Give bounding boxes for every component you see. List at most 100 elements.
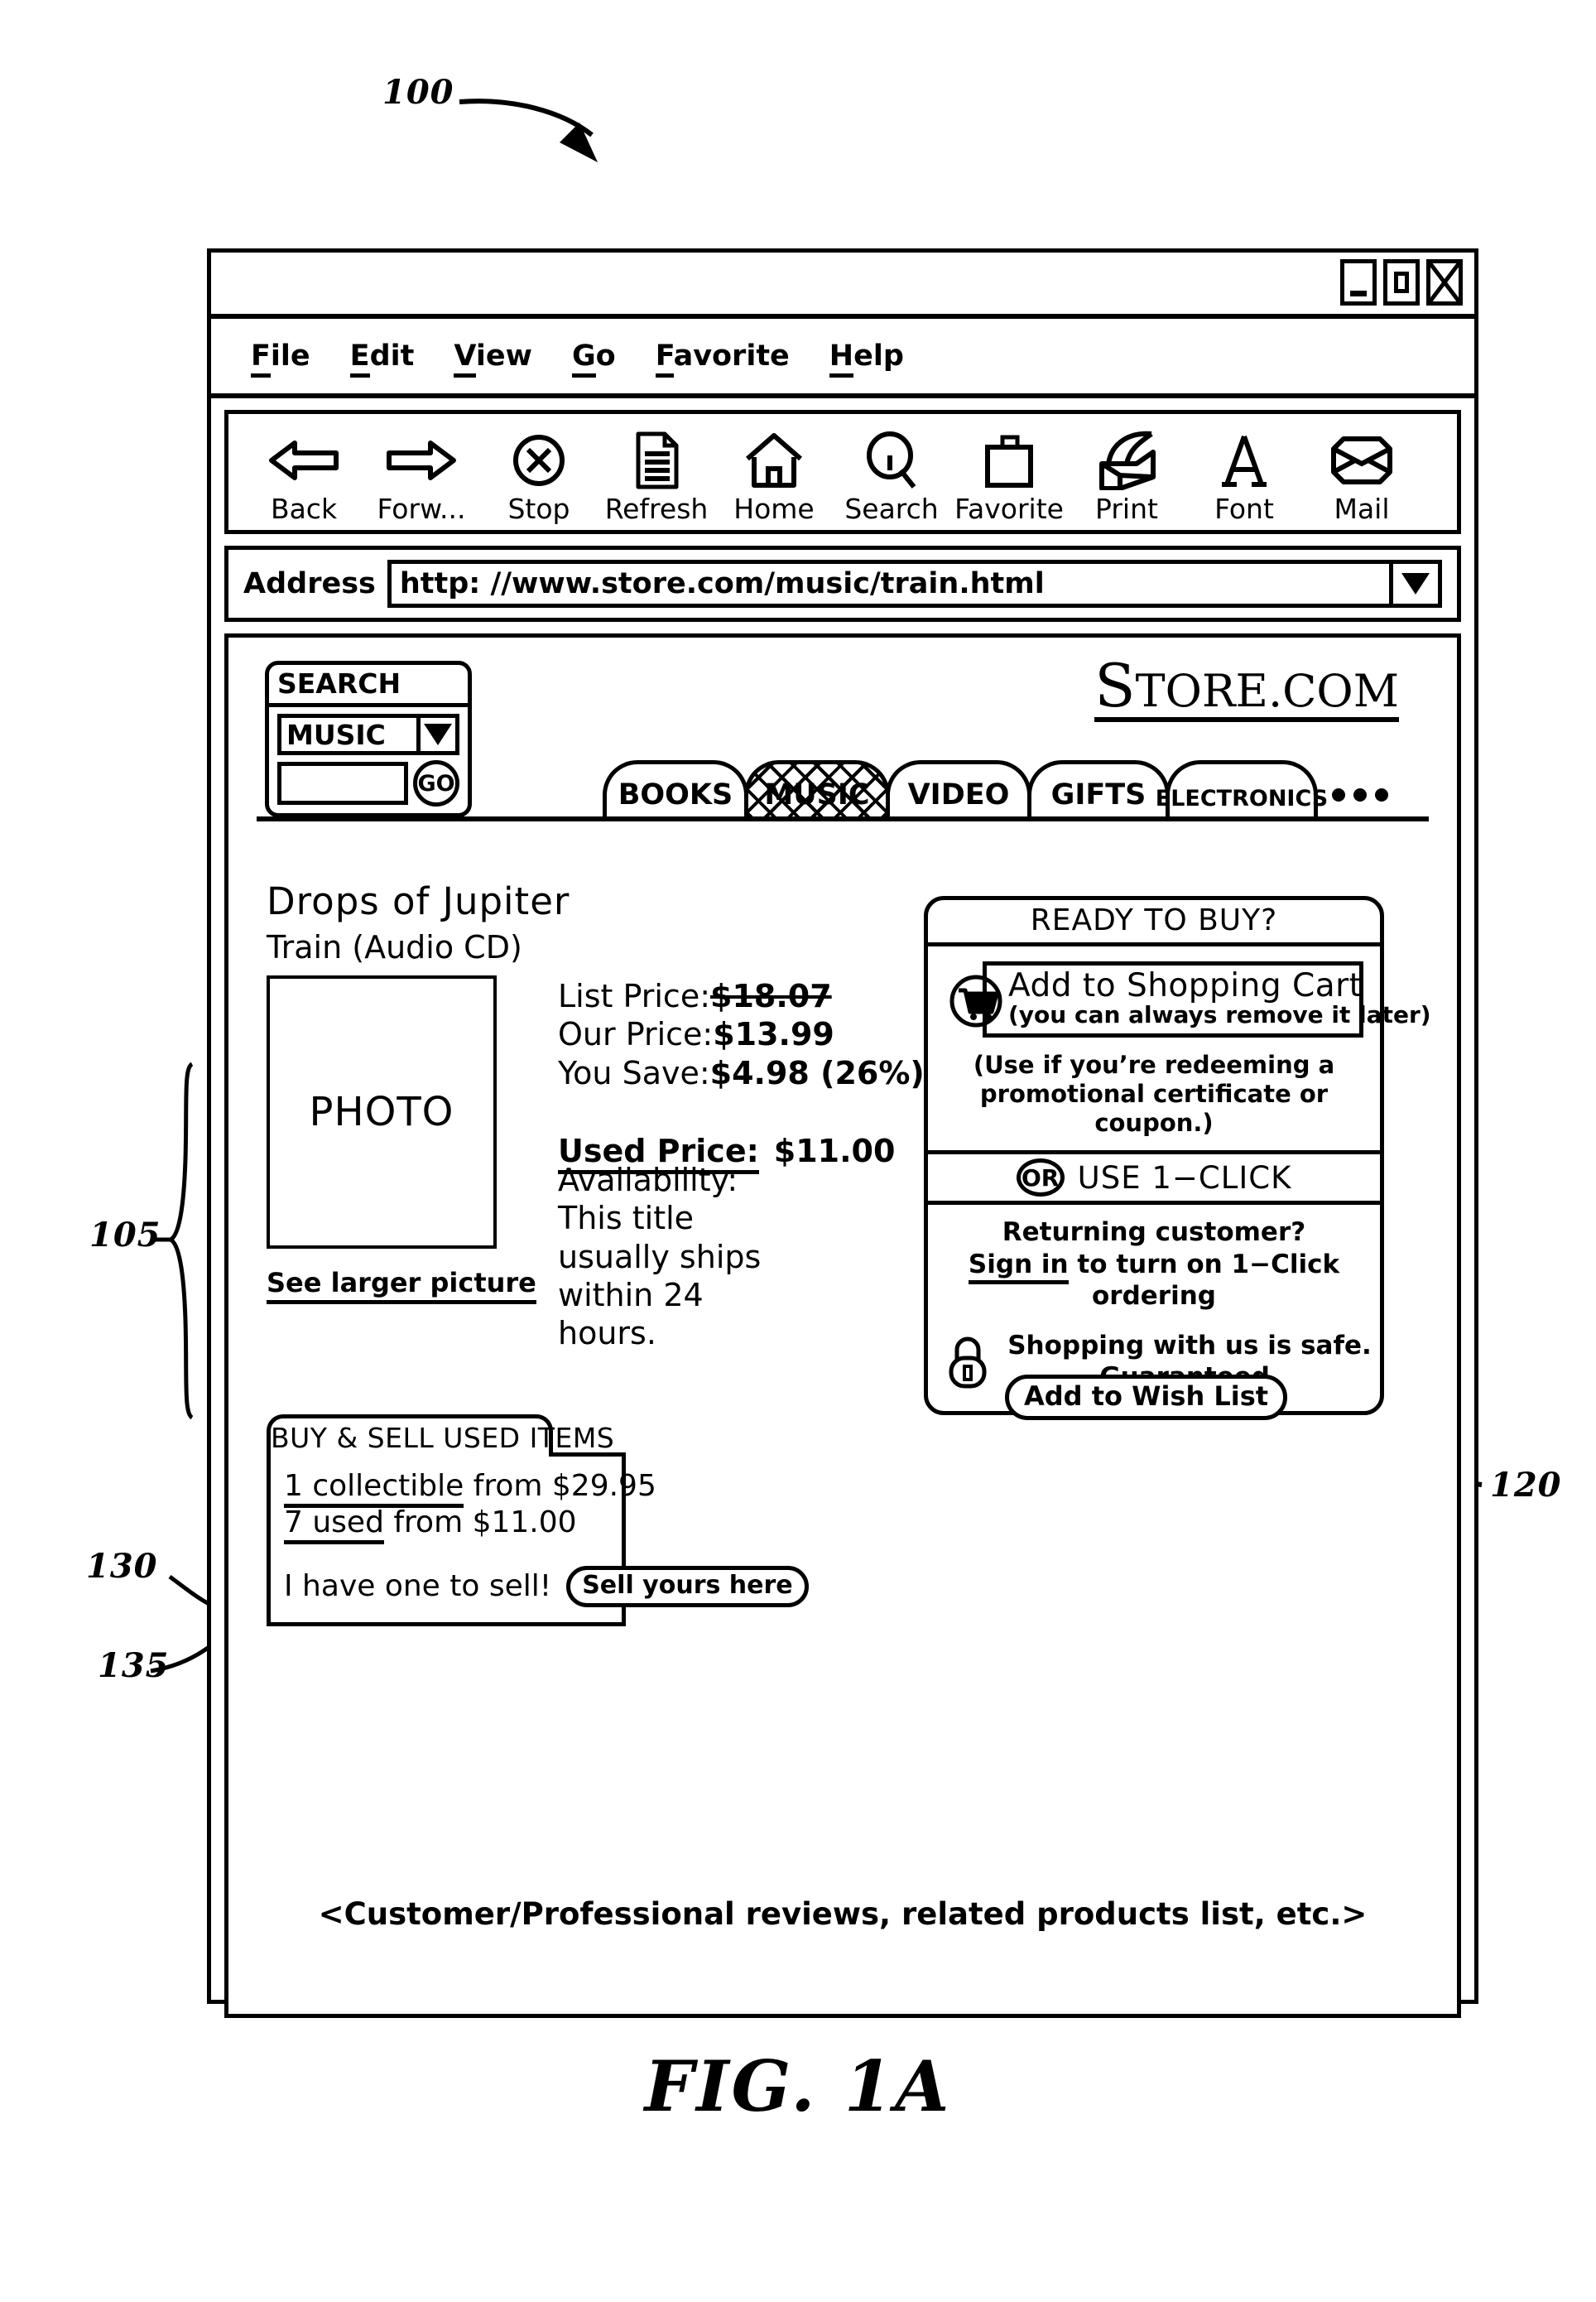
tab-label: MUSIC bbox=[764, 778, 870, 811]
menu-mnemonic: G bbox=[571, 340, 596, 378]
arrow-left-icon bbox=[268, 430, 339, 491]
sell-yours-row: I have one to sell! Sell yours here bbox=[284, 1565, 809, 1607]
address-bar: Address http: //www.store.com/music/trai… bbox=[224, 546, 1461, 622]
toolbar-button-print[interactable]: Print bbox=[1070, 430, 1184, 525]
toolbar-label: Back bbox=[270, 493, 338, 525]
toolbar-button-stop[interactable]: Stop bbox=[482, 430, 596, 525]
search-go-button[interactable]: GO bbox=[413, 760, 459, 807]
callout-130: 130 bbox=[86, 1547, 158, 1586]
padlock-icon bbox=[949, 1336, 987, 1389]
sign-in-link[interactable]: Sign in bbox=[968, 1249, 1069, 1284]
toolbar-label: Search bbox=[844, 493, 939, 525]
menu-item-favorite[interactable]: Favorite bbox=[655, 340, 790, 378]
toolbar-label: Favorite bbox=[954, 493, 1064, 525]
toolbar-label: Mail bbox=[1334, 493, 1390, 525]
add-to-wish-list-button[interactable]: Add to Wish List bbox=[1005, 1375, 1288, 1420]
promotional-note: (Use if you’re redeeming a promotional c… bbox=[945, 1051, 1363, 1137]
printer-icon bbox=[1094, 430, 1160, 491]
product-title: Drops of Jupiter bbox=[267, 879, 570, 923]
tab-video[interactable]: VIDEO bbox=[886, 760, 1031, 816]
tab-electronics[interactable]: ELECTRONICS bbox=[1156, 760, 1328, 816]
minimize-button[interactable] bbox=[1340, 259, 1377, 306]
ellipsis-icon[interactable] bbox=[1332, 788, 1388, 816]
site-search-widget: SEARCH MUSIC GO bbox=[265, 661, 472, 817]
address-dropdown-button[interactable] bbox=[1389, 564, 1438, 604]
address-input[interactable]: http: //www.store.com/music/train.html bbox=[387, 560, 1442, 608]
toolbar-button-home[interactable]: Home bbox=[717, 430, 831, 525]
menu-rest: elp bbox=[853, 340, 904, 373]
toolbar-button-search[interactable]: Search bbox=[834, 430, 949, 525]
window-controls bbox=[1340, 259, 1463, 306]
buy-sell-used-panel: BUY & SELL USED ITEMS 1 collectible from… bbox=[267, 1414, 809, 1626]
product-subtitle: Train (Audio CD) bbox=[267, 929, 522, 966]
close-button[interactable] bbox=[1426, 259, 1463, 306]
ready-to-buy-body: Add to Shopping Cart (you can always rem… bbox=[928, 946, 1431, 1150]
browser-window: File Edit View Go Favorite Help Back For… bbox=[207, 248, 1478, 2018]
menu-item-view[interactable]: View bbox=[454, 340, 532, 378]
address-value: http: //www.store.com/music/train.html bbox=[399, 567, 1045, 600]
use-one-click-label: USE 1−CLICK bbox=[1077, 1159, 1292, 1196]
tab-books[interactable]: BOOKS bbox=[603, 760, 748, 816]
menu-bar: File Edit View Go Favorite Help bbox=[211, 319, 1474, 398]
reviews-placeholder-text: <Customer/Professional reviews, related … bbox=[318, 1896, 1368, 1932]
callout-135: 135 bbox=[98, 1646, 170, 1685]
sell-yours-here-button[interactable]: Sell yours here bbox=[566, 1565, 809, 1607]
maximize-button[interactable] bbox=[1383, 259, 1420, 306]
see-larger-picture-link[interactable]: See larger picture bbox=[267, 1267, 536, 1304]
toolbar-button-favorite[interactable]: Favorite bbox=[952, 430, 1066, 525]
envelope-icon bbox=[1330, 430, 1393, 491]
search-category-dropdown-button[interactable] bbox=[416, 718, 455, 751]
search-category-select[interactable]: MUSIC bbox=[277, 714, 459, 755]
toolbar-button-forward[interactable]: Forw... bbox=[364, 430, 478, 525]
add-to-cart-button[interactable]: Add to Shopping Cart (you can always rem… bbox=[949, 961, 1431, 1038]
toolbar-button-font[interactable]: Font bbox=[1187, 430, 1301, 525]
search-input[interactable] bbox=[277, 762, 408, 805]
logo-rest: TORE.COM bbox=[1135, 665, 1399, 717]
site-logo[interactable]: STORE.COM bbox=[1094, 656, 1399, 722]
list-price-row: List Price:$18.07 bbox=[558, 977, 925, 1015]
toolbar-button-back[interactable]: Back bbox=[247, 430, 361, 525]
menu-item-edit[interactable]: Edit bbox=[349, 340, 414, 378]
have-one-to-sell-text: I have one to sell! bbox=[284, 1569, 552, 1604]
tabs-divider bbox=[257, 816, 1429, 821]
menu-item-go[interactable]: Go bbox=[571, 340, 616, 378]
list-price-label: List Price: bbox=[558, 978, 711, 1014]
menu-rest: ile bbox=[270, 340, 310, 373]
toolbar-label: Forw... bbox=[377, 493, 466, 525]
menu-item-file[interactable]: File bbox=[251, 340, 310, 378]
availability-text: Availability: This title usually ships w… bbox=[558, 1162, 762, 1352]
search-category-value: MUSIC bbox=[286, 718, 386, 751]
menu-item-help[interactable]: Help bbox=[829, 340, 904, 378]
arrow-right-icon bbox=[386, 430, 457, 491]
ready-to-buy-header: READY TO BUY? bbox=[928, 900, 1380, 946]
address-label: Address bbox=[243, 567, 376, 600]
returning-customer-line2-rest: to turn on 1−Click bbox=[1068, 1249, 1340, 1279]
used-offers-link[interactable]: 7 used bbox=[284, 1505, 384, 1544]
figure-caption: FIG. 1A bbox=[644, 2045, 952, 2127]
close-icon bbox=[1426, 259, 1463, 306]
chevron-down-icon bbox=[424, 724, 452, 745]
tab-label: GIFTS bbox=[1050, 778, 1147, 811]
collectible-offers-link[interactable]: 1 collectible bbox=[284, 1469, 464, 1508]
browser-toolbar: Back Forw... Stop Refresh Home Search Fa… bbox=[224, 410, 1461, 534]
you-save-value: $4.98 (26%) bbox=[709, 1054, 925, 1091]
toolbar-button-refresh[interactable]: Refresh bbox=[599, 430, 714, 525]
product-photo-placeholder: PHOTO bbox=[267, 975, 497, 1249]
toolbar-button-mail[interactable]: Mail bbox=[1305, 430, 1419, 525]
menu-mnemonic: V bbox=[454, 340, 476, 378]
search-input-row: GO bbox=[277, 760, 459, 807]
safe-shopping-line1: Shopping with us is safe. bbox=[1007, 1330, 1372, 1360]
toolbar-label: Home bbox=[733, 493, 815, 525]
used-offers-rest: from $11.00 bbox=[383, 1505, 577, 1539]
list-price-value: $18.07 bbox=[710, 978, 832, 1014]
toolbar-label: Refresh bbox=[604, 493, 709, 525]
stop-x-circle-icon bbox=[512, 430, 566, 491]
tab-music[interactable]: MUSIC bbox=[744, 760, 890, 816]
magnifier-icon bbox=[864, 430, 919, 491]
search-widget-title: SEARCH bbox=[269, 665, 468, 707]
collectible-offers-row: 1 collectible from $29.95 bbox=[284, 1468, 656, 1508]
tab-gifts[interactable]: GIFTS bbox=[1027, 760, 1170, 816]
menu-mnemonic: F bbox=[655, 340, 674, 378]
collectible-offers-rest: from $29.95 bbox=[464, 1469, 656, 1503]
returning-customer-line3: ordering bbox=[1092, 1281, 1216, 1312]
